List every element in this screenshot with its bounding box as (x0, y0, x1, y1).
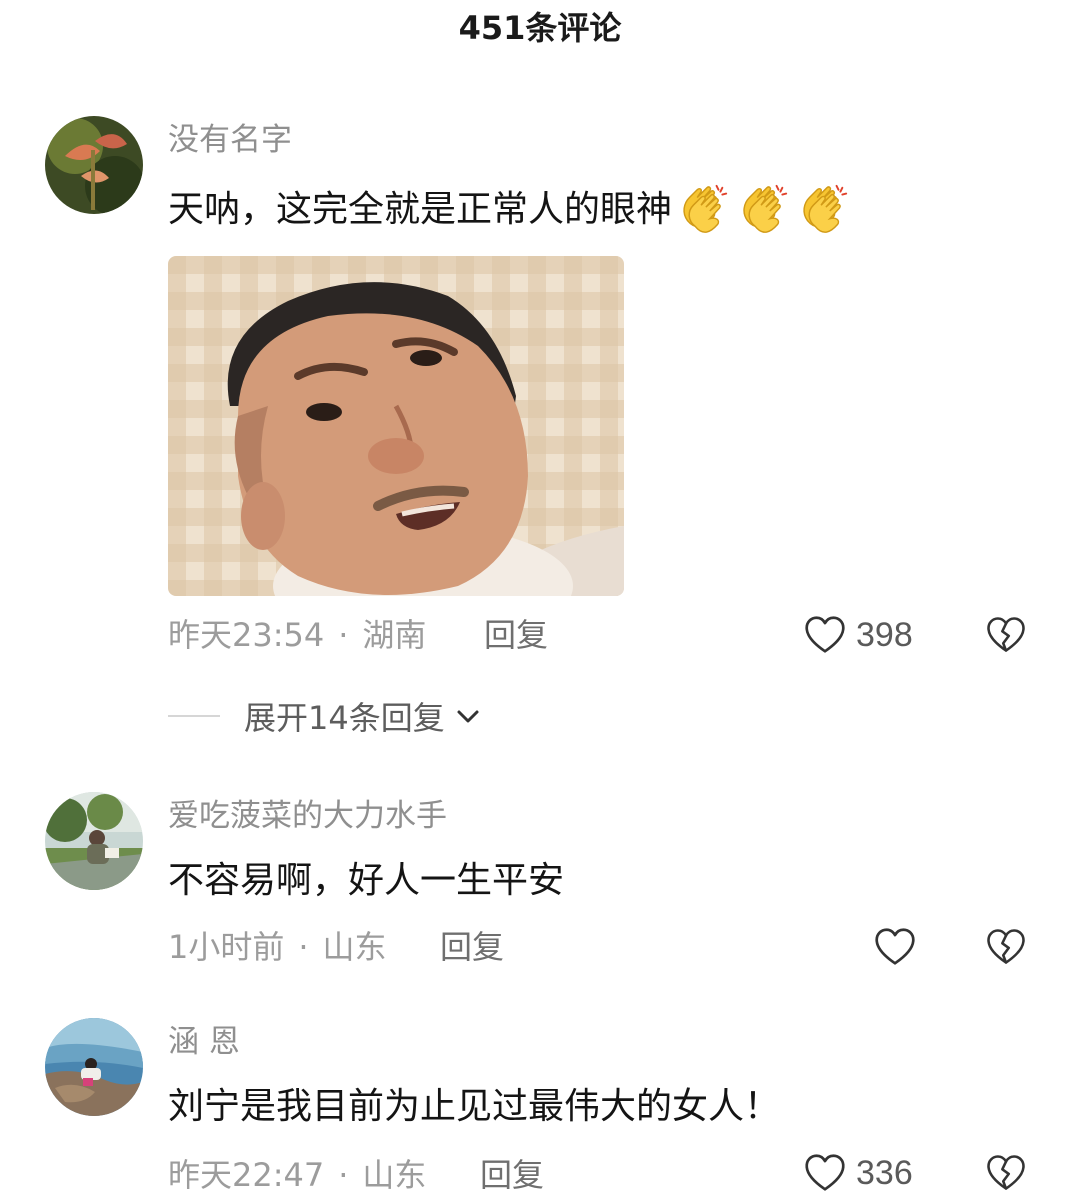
comment-text: 天呐，这完全就是正常人的眼神 (168, 189, 673, 230)
like-button[interactable] (872, 922, 918, 972)
broken-heart-icon[interactable] (984, 1151, 1028, 1195)
broken-heart-icon[interactable] (984, 613, 1028, 657)
comment-time: 昨天23:54 (168, 616, 325, 654)
comment-meta: 昨天23:54 · 湖南 (168, 614, 426, 656)
comment-text: 不容易啊，好人一生平安 (168, 860, 565, 901)
meta-separator: · (338, 1156, 349, 1194)
username[interactable]: 涵 恩 (168, 1022, 240, 1062)
comment-location: 山东 (322, 928, 387, 966)
heart-outline-icon (802, 1150, 848, 1196)
comment-text-row: 天呐，这完全就是正常人的眼神 (168, 182, 852, 240)
heart-outline-icon (802, 612, 848, 658)
reply-button[interactable]: 回复 (440, 926, 504, 968)
like-count: 398 (856, 615, 913, 654)
expand-replies-label: 展开14条回复 (244, 699, 445, 737)
meta-separator: · (298, 928, 309, 966)
comment-image[interactable] (168, 256, 624, 596)
comment-time: 1小时前 (168, 928, 285, 966)
comment-time: 昨天22:47 (168, 1156, 325, 1194)
comment-text: 刘宁是我目前为止见过最伟大的女人！ (168, 1086, 781, 1127)
divider (168, 715, 220, 717)
comment-count-title: 451条评论 (458, 9, 622, 47)
comment-meta: 1小时前 · 山东 (168, 926, 387, 968)
avatar[interactable] (45, 1018, 143, 1116)
avatar[interactable] (45, 116, 143, 214)
heart-outline-icon (872, 924, 918, 970)
like-button[interactable]: 336 (802, 1148, 913, 1198)
expand-replies-button[interactable]: 展开14条回复 (168, 694, 483, 738)
meta-separator: · (338, 616, 349, 654)
broken-heart-icon[interactable] (984, 925, 1028, 969)
reply-button[interactable]: 回复 (484, 614, 548, 656)
like-count: 336 (856, 1153, 913, 1192)
clapping-hands-icon (674, 182, 732, 240)
avatar[interactable] (45, 792, 143, 890)
clapping-hands-icon (734, 182, 792, 240)
username[interactable]: 爱吃菠菜的大力水手 (168, 796, 447, 836)
chevron-down-icon (457, 710, 479, 723)
comment-location: 山东 (362, 1156, 427, 1194)
username[interactable]: 没有名字 (168, 120, 292, 160)
clapping-hands-icon (794, 182, 852, 240)
like-button[interactable]: 398 (802, 610, 913, 660)
comment-location: 湖南 (362, 616, 427, 654)
